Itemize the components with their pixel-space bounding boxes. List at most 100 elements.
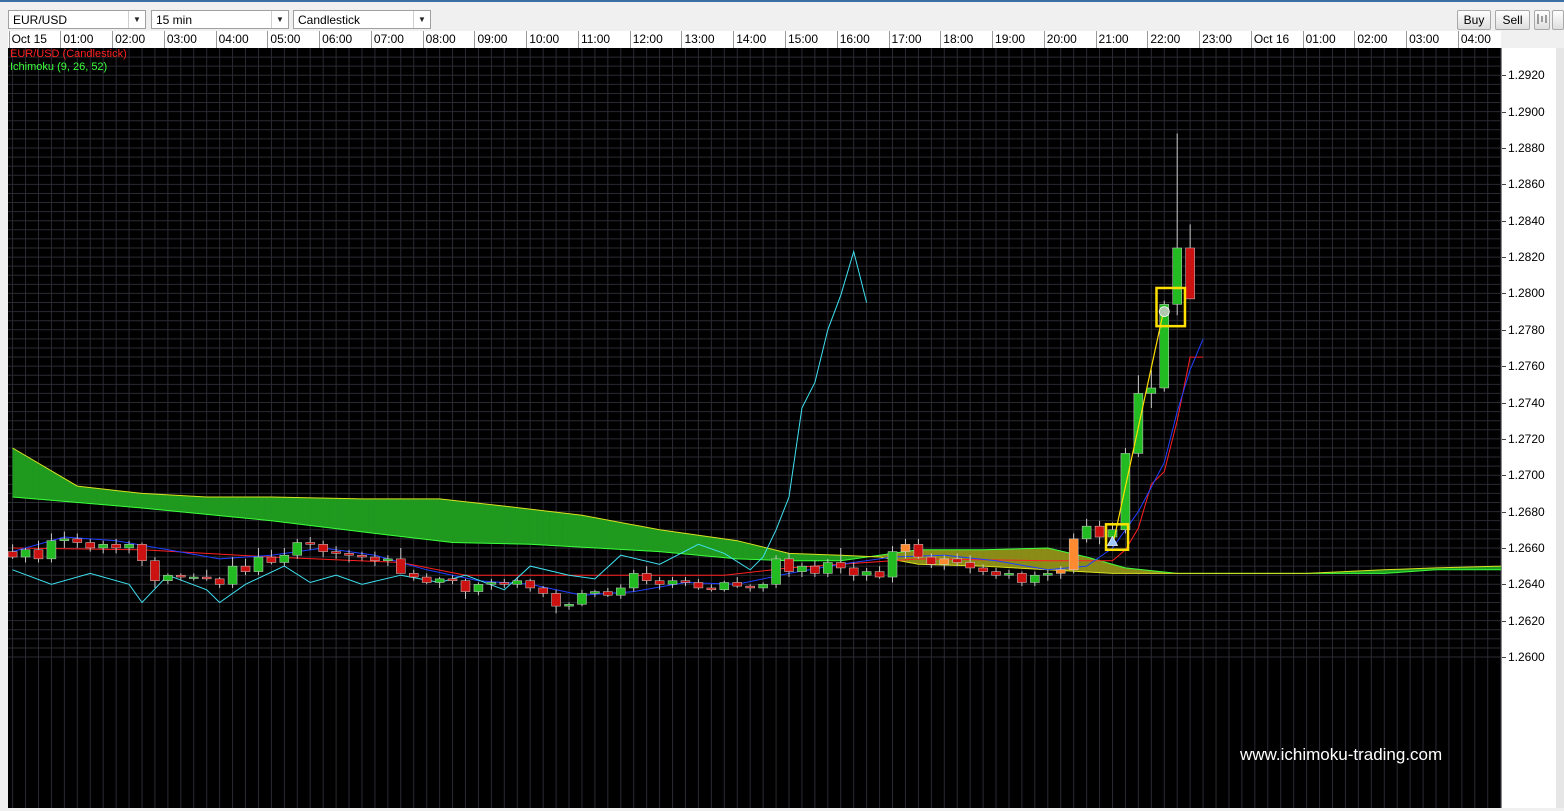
kumo-segment <box>801 553 809 561</box>
symbol-dropdown[interactable]: EUR/USD ▼ <box>8 10 146 29</box>
chart-type-value: Candlestick <box>298 13 361 27</box>
senkou-span-a-line <box>12 447 1501 574</box>
watermark: www.ichimoku-trading.com <box>1240 745 1443 764</box>
kumo-segment <box>678 532 686 555</box>
kumo-segment <box>976 549 984 567</box>
candle-body <box>874 571 885 578</box>
chart-options-button[interactable] <box>1534 10 1550 30</box>
candle-body <box>784 558 794 572</box>
kumo-segment <box>542 510 550 546</box>
price-label: 1.2680 <box>1508 504 1545 519</box>
candle-body <box>20 549 31 558</box>
kumo-segment <box>219 496 227 517</box>
toolbar: EUR/USD ▼ 15 min ▼ Candlestick ▼ Buy Sel… <box>0 2 1564 32</box>
candle-body <box>861 571 872 576</box>
time-separator <box>1250 31 1252 48</box>
candle-body <box>1043 573 1053 576</box>
kumo-segment <box>1034 547 1042 570</box>
kumo-segment <box>523 508 531 545</box>
kumo-segment <box>200 496 207 515</box>
candle-body <box>447 578 458 581</box>
time-label: 22:00 <box>1150 32 1181 46</box>
price-tick <box>1502 402 1506 404</box>
candle-body <box>318 544 328 552</box>
kumo-segment <box>284 497 292 524</box>
candle-body <box>111 544 121 549</box>
kumo-segment <box>387 498 395 536</box>
chart-type-dropdown[interactable]: Candlestick ▼ <box>293 10 431 29</box>
time-separator <box>8 31 10 48</box>
candle-body <box>913 544 924 558</box>
price-tick <box>1502 438 1506 440</box>
kumo-segment <box>827 554 835 561</box>
price-tick <box>1502 657 1506 659</box>
time-separator <box>526 31 528 48</box>
kumo-segment <box>122 491 130 508</box>
grid-lines <box>8 48 1501 808</box>
price-label: 1.2860 <box>1508 177 1545 192</box>
kumo-segment <box>109 489 117 506</box>
candle-body <box>85 542 95 549</box>
sell-button[interactable]: Sell <box>1495 10 1530 30</box>
time-separator <box>940 31 942 48</box>
kumo-segment <box>264 496 272 521</box>
price-tick <box>1502 111 1506 113</box>
kumo-segment <box>795 553 803 561</box>
vertical-scrollbar[interactable] <box>1556 48 1564 808</box>
time-separator <box>1199 31 1201 48</box>
time-label: 02:00 <box>1357 32 1388 46</box>
time-label: 10:00 <box>529 32 560 46</box>
price-tick <box>1502 584 1506 586</box>
candle-body <box>706 587 717 591</box>
kumo-segment <box>297 497 304 525</box>
time-label: 01:00 <box>1305 32 1336 46</box>
kumo-segment <box>646 527 654 552</box>
time-label: 19:00 <box>995 32 1026 46</box>
kumo-segment <box>1002 548 1010 568</box>
candle-body <box>1068 538 1079 571</box>
kumo-segment <box>432 498 440 542</box>
candle-body <box>1055 569 1066 574</box>
price-tick <box>1502 547 1506 549</box>
time-label: 03:00 <box>1409 32 1440 46</box>
time-separator <box>629 31 631 48</box>
kumo-segment <box>180 495 188 513</box>
kumo-segment <box>128 491 136 508</box>
candle-body <box>421 576 432 583</box>
price-tick <box>1502 620 1506 622</box>
price-tick <box>1502 475 1506 477</box>
candle-body <box>693 582 704 589</box>
more-options-button[interactable] <box>1552 10 1564 30</box>
time-label: 02:00 <box>115 32 146 46</box>
time-label: 13:00 <box>684 32 715 46</box>
kumo-segment <box>478 503 486 544</box>
chevron-down-icon[interactable]: ▼ <box>413 11 430 28</box>
price-label: 1.2600 <box>1508 650 1545 665</box>
kumo-segment <box>290 497 298 525</box>
kumo-segment <box>711 536 719 558</box>
buy-button[interactable]: Buy <box>1457 10 1491 30</box>
kumo-segment <box>762 546 770 561</box>
kumo-segment <box>484 503 492 544</box>
kumo-segment <box>245 496 253 519</box>
interval-dropdown[interactable]: 15 min ▼ <box>151 10 289 29</box>
candle-body <box>396 558 406 574</box>
candle-body <box>46 540 57 560</box>
kumo-segment <box>238 496 246 519</box>
price-label: 1.2840 <box>1508 213 1545 228</box>
kumo-segment <box>329 498 337 529</box>
candle-body <box>823 562 833 574</box>
kumo-segment <box>704 535 712 557</box>
kumo-segment <box>322 497 330 529</box>
candle-body <box>98 544 108 549</box>
candle-body <box>680 580 691 583</box>
chevron-down-icon[interactable]: ▼ <box>128 11 145 28</box>
chart-plot-area[interactable]: EUR/USD (Candlestick) Ichimoku (9, 26, 5… <box>8 48 1501 808</box>
kumo-segment <box>821 554 829 561</box>
chevron-down-icon[interactable]: ▼ <box>271 11 288 28</box>
candle-body <box>719 582 730 591</box>
kumo-segment <box>743 542 751 560</box>
kumo-segment <box>38 462 46 500</box>
kumo-segment <box>659 529 667 553</box>
kumo-segment <box>420 498 427 540</box>
